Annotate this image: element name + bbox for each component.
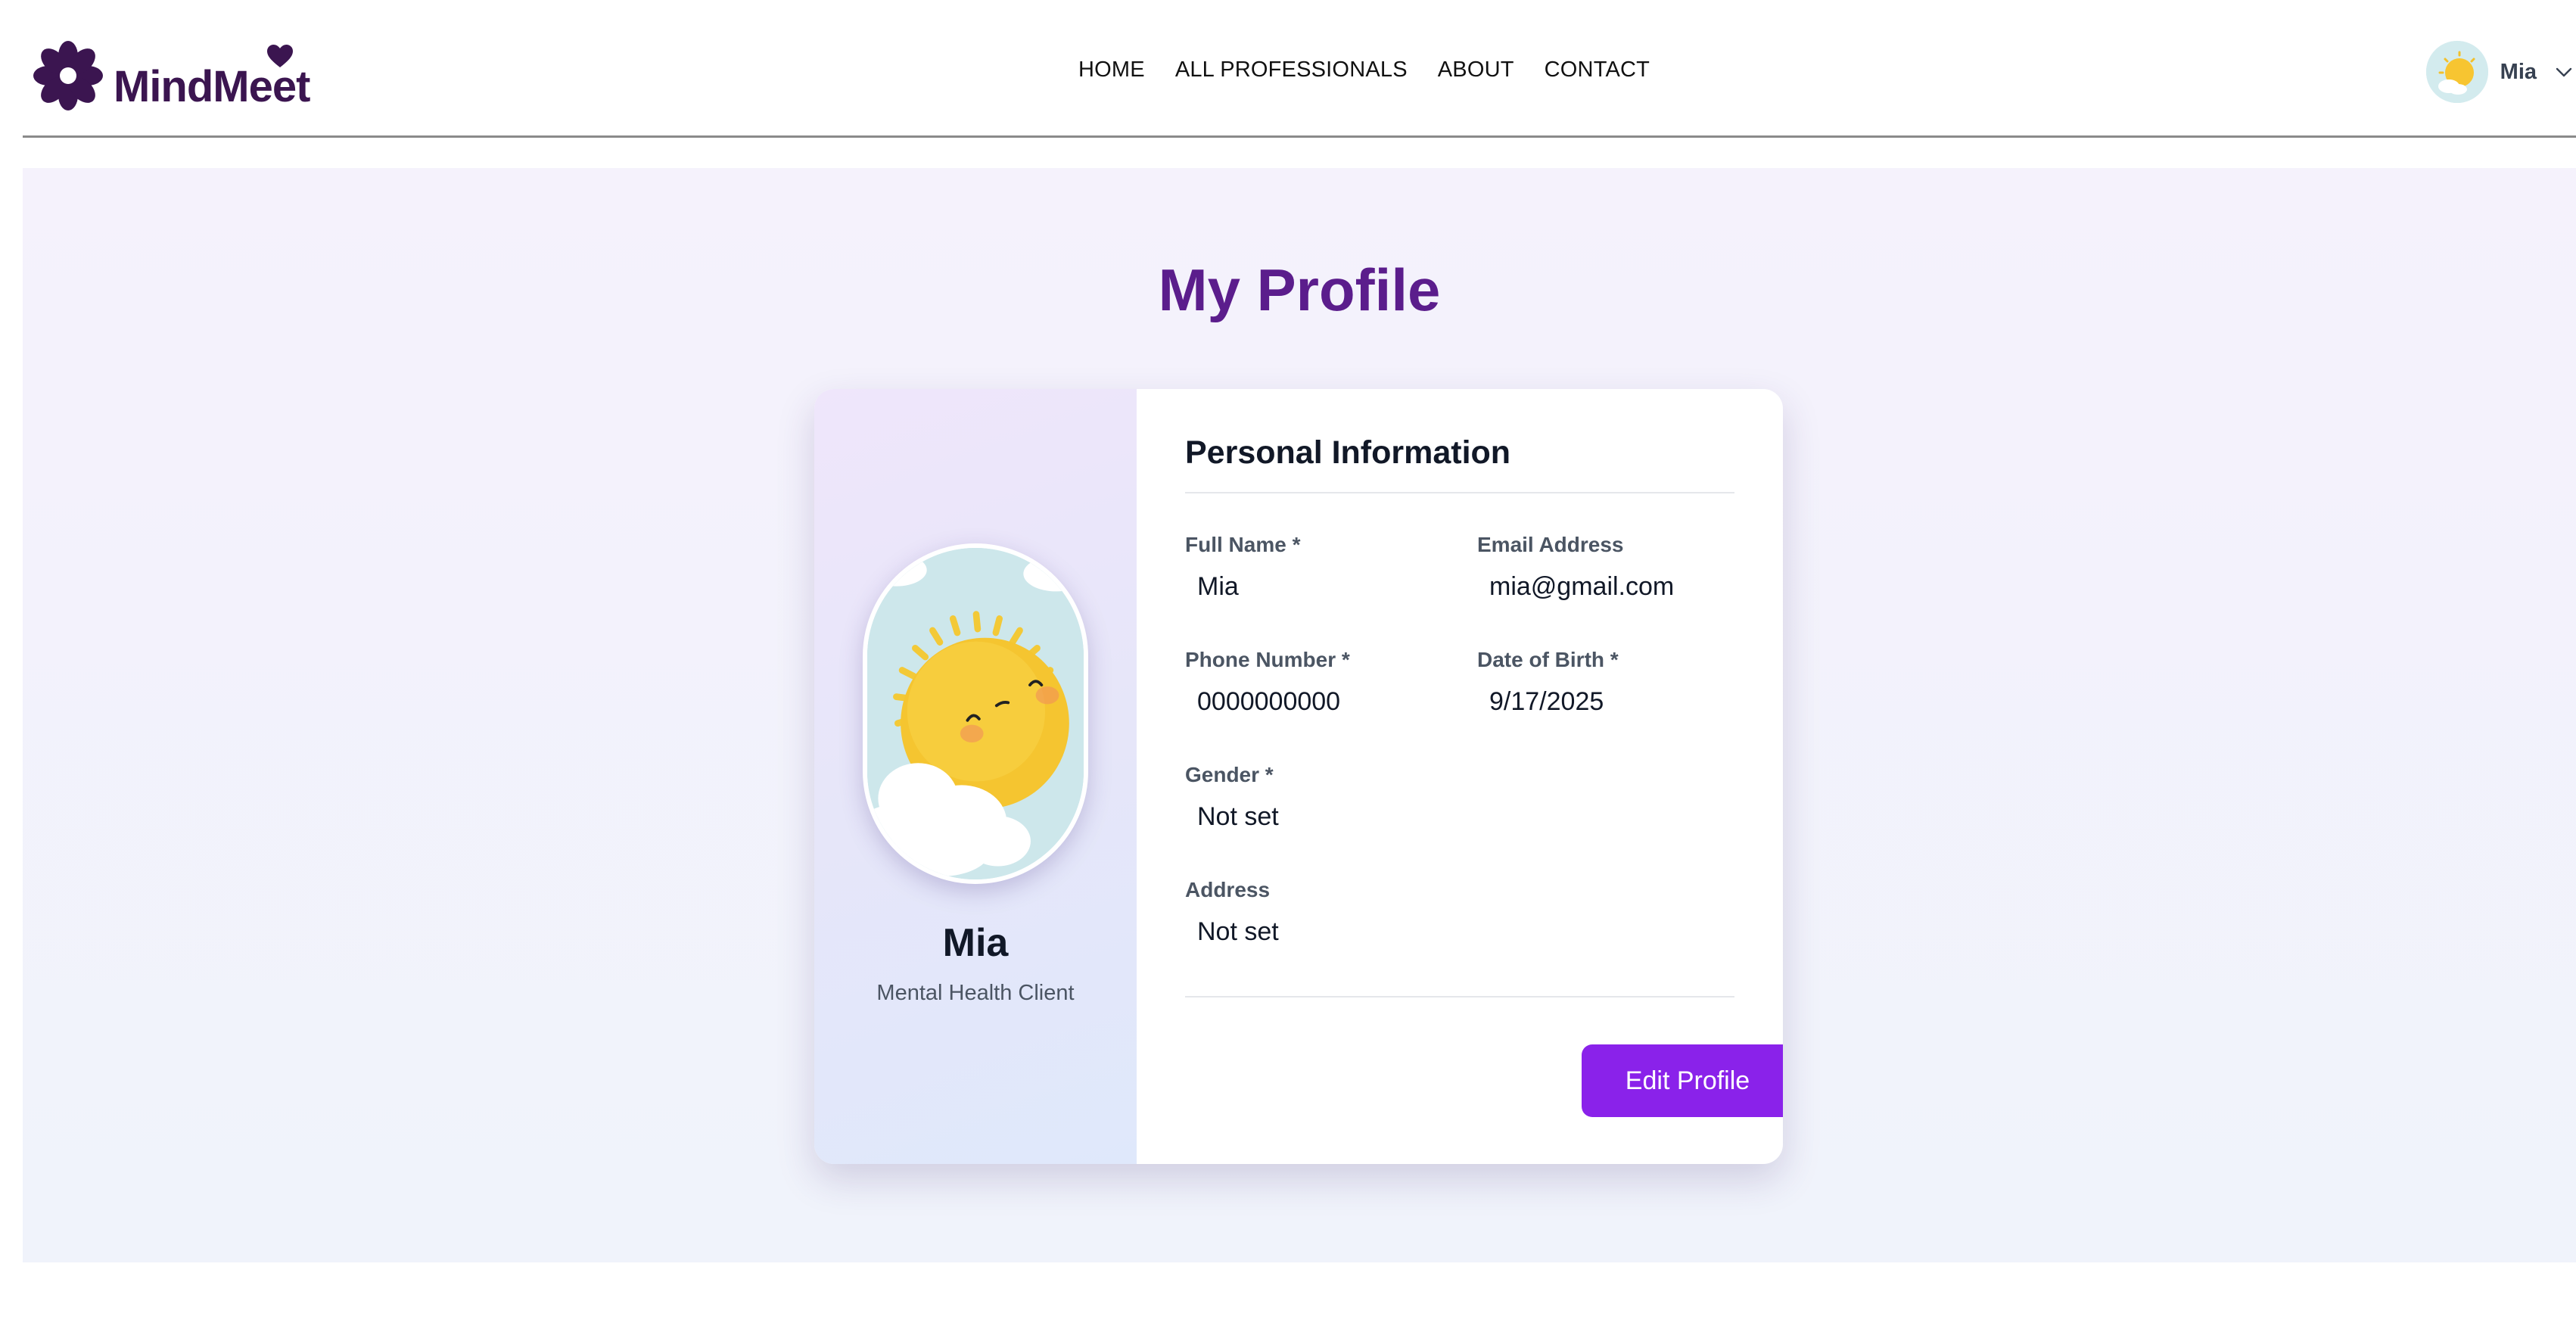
- email-value: mia@gmail.com: [1489, 572, 1675, 601]
- gender-value: Not set: [1197, 802, 1279, 831]
- sun-avatar-icon: [867, 548, 1084, 879]
- dob-value: 9/17/2025: [1489, 687, 1604, 716]
- email-field: Email Address mia@gmail.com: [1477, 533, 1675, 601]
- dob-field: Date of Birth * 9/17/2025: [1477, 648, 1619, 716]
- address-value: Not set: [1197, 917, 1279, 946]
- dob-label: Date of Birth *: [1477, 648, 1619, 671]
- main-nav: HOME ALL PROFESSIONALS ABOUT CONTACT: [1078, 59, 1650, 81]
- chevron-down-icon[interactable]: [2553, 61, 2574, 82]
- address-field: Address Not set: [1185, 879, 1279, 945]
- phone-field: Phone Number * 0000000000: [1185, 648, 1350, 716]
- email-label: Email Address: [1477, 533, 1624, 556]
- gender-label: Gender *: [1185, 763, 1274, 786]
- phone-value: 0000000000: [1197, 687, 1341, 716]
- section-divider: [1185, 492, 1734, 493]
- section-title: Personal Information: [1185, 434, 1511, 471]
- edit-profile-button[interactable]: Edit Profile: [1582, 1044, 1783, 1117]
- profile-card: Mia Mental Health Client Personal Inform…: [814, 389, 1783, 1164]
- site-header: MindMeet HOME ALL PROFESSIONALS ABOUT CO…: [23, 0, 2576, 138]
- nav-home-link[interactable]: HOME: [1078, 59, 1145, 81]
- user-name[interactable]: Mia: [2500, 60, 2537, 85]
- actions-divider: [1185, 996, 1734, 998]
- profile-summary-panel: Mia Mental Health Client: [814, 389, 1137, 1164]
- profile-role: Mental Health Client: [876, 981, 1075, 1005]
- page-title: My Profile: [1158, 257, 1441, 323]
- phone-label: Phone Number *: [1185, 648, 1350, 671]
- brand-logo[interactable]: MindMeet: [30, 33, 310, 117]
- nav-contact-link[interactable]: CONTACT: [1545, 59, 1650, 81]
- full-name-label: Full Name *: [1185, 533, 1301, 556]
- nav-about-link[interactable]: ABOUT: [1438, 59, 1514, 81]
- sun-avatar-icon[interactable]: [2425, 41, 2488, 103]
- personal-information-panel: Personal Information Full Name * Mia Ema…: [1137, 389, 1783, 1164]
- profile-name: Mia: [942, 921, 1009, 965]
- gender-field: Gender * Not set: [1185, 763, 1279, 831]
- flower-logo-icon: [33, 41, 103, 110]
- profile-avatar: [863, 543, 1088, 884]
- user-menu[interactable]: Mia: [2425, 41, 2574, 103]
- full-name-field: Full Name * Mia: [1185, 533, 1301, 601]
- full-name-value: Mia: [1197, 572, 1239, 601]
- brand-name: MindMeet: [114, 62, 310, 111]
- address-label: Address: [1185, 878, 1271, 901]
- nav-all-professionals-link[interactable]: ALL PROFESSIONALS: [1175, 59, 1408, 81]
- main-content: My Profile Mia Mental Health Client Pers…: [23, 168, 2576, 1262]
